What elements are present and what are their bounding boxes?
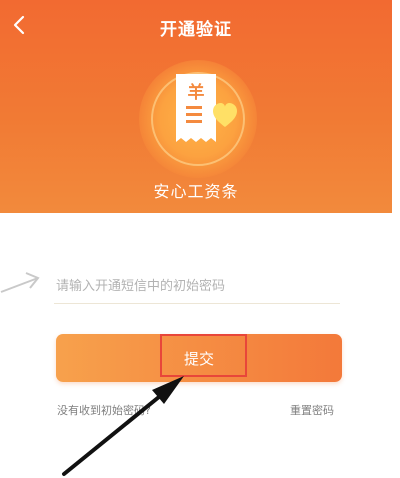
submit-button[interactable]: 提交 [56,334,342,382]
salary-receipt-icon: 羊 [176,74,237,142]
screen-edge [392,0,400,478]
gray-hint-arrow [0,272,40,293]
initial-password-input[interactable] [54,270,340,304]
reset-password-link[interactable]: 重置密码 [290,402,334,418]
header-banner: 开通验证 羊 安心工资条 [0,0,392,213]
no-code-received-link[interactable]: 没有收到初始密码? [57,402,151,418]
app-screen: 开通验证 羊 安心工资条 提交 没有收到初始密码? 重置密码 [0,0,392,478]
page-title: 开通验证 [160,20,232,40]
receipt-glyph: 羊 [188,82,205,103]
app-name-label: 安心工资条 [153,182,239,201]
heart-icon [213,103,237,127]
